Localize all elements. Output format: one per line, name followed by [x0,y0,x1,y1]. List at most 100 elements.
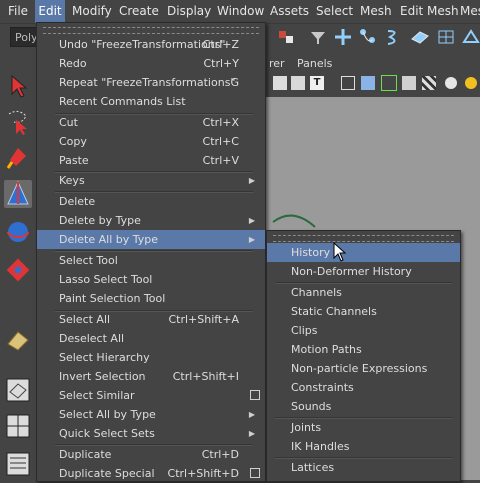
menu-item-duplicate[interactable]: Duplicate Ctrl+D [37,445,265,464]
lights-on-icon[interactable] [465,77,477,89]
smooth-shade-icon[interactable] [361,76,375,90]
menu-item-paste[interactable]: Paste Ctrl+V [37,151,265,170]
submenu-item-ik-handles[interactable]: IK Handles [267,437,460,456]
wireframe-icon[interactable] [341,76,355,90]
menu-item-delete-all-by-type[interactable]: Delete All by Type ▶ [37,230,265,249]
submenu-item-lattices[interactable]: Lattices [267,458,460,477]
submenu-item-clips[interactable]: Clips [267,321,460,340]
menu-item-keys[interactable]: Keys ▶ [37,171,265,190]
snap-live-icon[interactable] [461,26,480,48]
snap-point-icon[interactable] [384,26,404,48]
tool-box [0,60,36,480]
menu-file[interactable]: File [4,0,32,23]
submenu-arrow-icon: ▶ [248,429,255,438]
paint-select-icon[interactable] [4,144,32,172]
move-tool-icon[interactable] [4,180,32,208]
menu-item-recent-commands[interactable]: Recent Commands List [37,92,265,111]
lasso-select-icon[interactable] [4,108,32,136]
menu-item-undo[interactable]: Undo "FreezeTransformations" Ctrl+Z [37,35,265,54]
menu-item-redo[interactable]: Redo Ctrl+Y [37,54,265,73]
menu-item-invert-selection[interactable]: Invert Selection Ctrl+Shift+I [37,367,265,386]
panel-menu-renderer[interactable]: rer [269,57,285,70]
scale-tool-icon[interactable] [4,256,32,284]
menu-item-label: Keys [59,174,85,187]
snap-plane-icon[interactable] [410,26,430,48]
menu-item-repeat[interactable]: Repeat "FreezeTransformations" G [37,73,265,92]
menu-edit-mesh[interactable]: Edit Mesh [400,0,459,23]
menu-item-label: Recent Commands List [59,95,186,108]
menu-item-copy[interactable]: Copy Ctrl+C [37,132,265,151]
menu-item-label: Select Similar [59,389,135,402]
submenu-item-non-particle-expressions[interactable]: Non-particle Expressions [267,359,460,378]
menu-item-label: Non-Deformer History [291,265,412,278]
wireframe-on-shaded-icon[interactable] [381,75,397,91]
film-gate-icon[interactable] [291,76,305,90]
funnel-icon[interactable] [308,26,328,48]
menu-item-paint-selection-tool[interactable]: Paint Selection Tool [37,289,265,308]
menu-tearoff[interactable] [273,235,454,242]
menu-item-select-similar[interactable]: Select Similar [37,386,265,405]
option-box-icon[interactable] [250,468,260,478]
submenu-arrow-icon: ▶ [248,235,255,244]
panel-toolbar: T [265,72,480,97]
snap-curve-icon[interactable] [358,26,378,48]
outliner-icon[interactable] [4,450,32,478]
menu-create[interactable]: Create [119,0,159,23]
snap-surface-icon[interactable] [436,26,456,48]
submenu-item-history[interactable]: History [267,243,460,262]
menu-item-label: Repeat "FreezeTransformations" [59,76,236,89]
rotate-tool-icon[interactable] [4,218,32,246]
menu-mesh[interactable]: Mesh [360,0,392,23]
menu-item-select-hierarchy[interactable]: Select Hierarchy [37,348,265,367]
menu-item-cut[interactable]: Cut Ctrl+X [37,113,265,132]
menu-mesh-tools[interactable]: Mes [460,0,480,23]
menu-item-duplicate-special[interactable]: Duplicate Special Ctrl+Shift+D [37,464,265,483]
option-box-icon[interactable] [250,390,260,400]
snap-icon[interactable] [276,26,296,48]
menu-item-select-tool[interactable]: Select Tool [37,251,265,270]
menu-item-label: Static Channels [291,305,377,318]
submenu-item-sounds[interactable]: Sounds [267,397,460,416]
menu-item-shortcut: Ctrl+V [202,154,239,167]
submenu-item-joints[interactable]: Joints [267,418,460,437]
soft-mod-icon[interactable] [4,326,32,354]
layout-four-icon[interactable] [4,412,32,440]
menu-item-shortcut: Ctrl+Y [203,57,239,70]
menu-window[interactable]: Window [217,0,264,23]
texture-icon[interactable] [422,76,436,90]
xray-icon[interactable] [402,76,416,90]
menu-display[interactable]: Display [167,0,211,23]
menu-modify[interactable]: Modify [72,0,112,23]
edit-menu: Undo "FreezeTransformations" Ctrl+Z Redo C… [36,22,266,482]
menu-tearoff[interactable] [43,27,259,34]
menu-item-shortcut: G [230,76,239,89]
menu-item-delete-by-type[interactable]: Delete by Type ▶ [37,211,265,230]
submenu-item-static-channels[interactable]: Static Channels [267,302,460,321]
menu-item-label: Duplicate Special [59,467,155,480]
menu-item-label: Delete by Type [59,214,141,227]
layout-single-icon[interactable] [4,376,32,404]
submenu-item-motion-paths[interactable]: Motion Paths [267,340,460,359]
text-icon[interactable]: T [310,76,324,90]
menu-item-deselect-all[interactable]: Deselect All [37,329,265,348]
submenu-item-constraints[interactable]: Constraints [267,378,460,397]
menu-item-quick-select-sets[interactable]: Quick Select Sets ▶ [37,424,265,443]
light-icon[interactable] [445,77,457,89]
menu-assets[interactable]: Assets [270,0,309,23]
menu-item-shortcut: Ctrl+Shift+A [168,313,239,326]
submenu-item-non-deformer-history[interactable]: Non-Deformer History [267,262,460,281]
menu-item-label: Redo [59,57,87,70]
menu-item-lasso-select-tool[interactable]: Lasso Select Tool [37,270,265,289]
menu-item-select-all-by-type[interactable]: Select All by Type ▶ [37,405,265,424]
menu-item-delete[interactable]: Delete [37,192,265,211]
submenu-item-channels[interactable]: Channels [267,283,460,302]
menu-item-shortcut: Ctrl+Z [202,38,239,51]
menu-select[interactable]: Select [316,0,353,23]
grid-icon[interactable] [273,76,287,90]
menu-item-shortcut: Ctrl+Shift+D [167,467,239,480]
select-arrow-icon[interactable] [4,72,32,100]
panel-menu-panels[interactable]: Panels [297,57,332,70]
menu-item-select-all[interactable]: Select All Ctrl+Shift+A [37,310,265,329]
snap-grid-icon[interactable] [333,26,353,48]
menu-edit[interactable]: Edit [35,0,65,23]
